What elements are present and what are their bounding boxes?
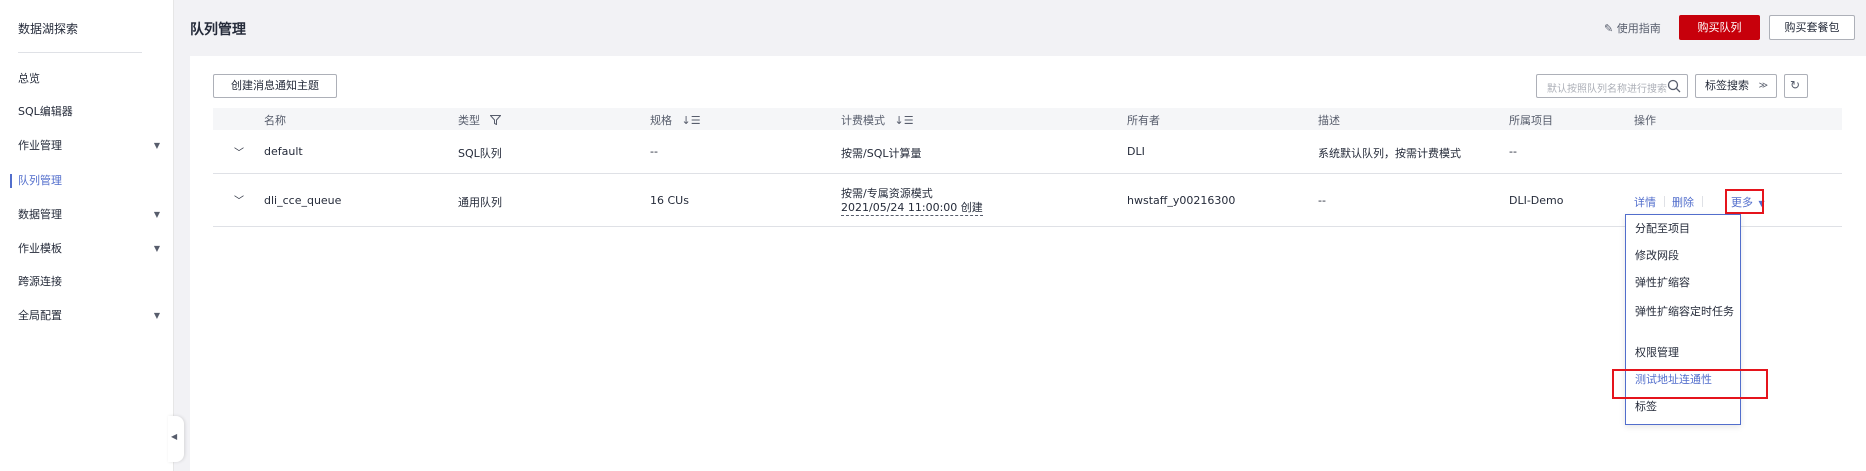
queue-name: dli_cce_queue (264, 194, 342, 207)
user-guide-link[interactable]: ✎ 使用指南 (1604, 20, 1661, 36)
sidebar-item-label: 跨源连接 (18, 275, 62, 288)
page-title: 队列管理 (190, 22, 246, 38)
queue-spec: 16 CUs (650, 194, 689, 207)
queue-owner: hwstaff_y00216300 (1127, 194, 1236, 207)
filter-icon[interactable] (488, 115, 502, 126)
queue-project: -- (1509, 145, 1517, 158)
test-connectivity-highlight-box (1612, 369, 1768, 399)
tag-search-label: 标签搜索 (1705, 79, 1749, 92)
queue-list-card: 创建消息通知主题 默认按照队列名称进行搜索 标签搜索 ≫ ↻ 名称 类型 规格 … (190, 56, 1866, 471)
sort-icon[interactable]: ↓☰ (895, 114, 914, 127)
more-highlight-box (1725, 189, 1764, 214)
menu-item-scheduled-scaling[interactable]: 弹性扩缩容定时任务 (1635, 304, 1735, 320)
user-guide-label: 使用指南 (1616, 22, 1661, 35)
column-header-actions: 操作 (1634, 114, 1656, 127)
menu-item-tags[interactable]: 标签 (1635, 399, 1735, 415)
sidebar-item-data-management[interactable]: 数据管理 ▼ (18, 206, 160, 224)
column-header-label: 规格 (650, 114, 672, 127)
search-placeholder: 默认按照队列名称进行搜索 (1547, 84, 1667, 95)
column-header-type[interactable]: 类型 (458, 112, 502, 128)
sidebar-item-label: 数据管理 (18, 208, 62, 221)
sidebar-item-label: SQL编辑器 (18, 105, 73, 118)
refresh-icon: ↻ (1790, 78, 1801, 92)
caret-down-icon: ▼ (153, 210, 160, 219)
menu-item-modify-cidr[interactable]: 修改网段 (1635, 248, 1735, 264)
queue-name: default (264, 145, 303, 158)
sidebar-item-overview[interactable]: 总览 (18, 70, 160, 88)
caret-down-icon: ▼ (153, 311, 160, 320)
column-header-name: 名称 (264, 114, 286, 127)
caret-left-icon: ◀ (171, 432, 178, 441)
action-divider (1664, 196, 1665, 207)
billing-created-time: 2021/05/24 11:00:00 创建 (841, 201, 983, 216)
queue-description: 系统默认队列，按需计费模式 (1318, 147, 1461, 160)
buy-package-button[interactable]: 购买套餐包 (1769, 15, 1855, 40)
delete-link[interactable]: 删除 (1672, 194, 1694, 210)
sidebar-item-datasource-connections[interactable]: 跨源连接 (18, 273, 160, 291)
queue-type: 通用队列 (458, 196, 502, 209)
column-header-spec[interactable]: 规格 ↓☰ (650, 112, 701, 128)
sidebar-item-sql-editor[interactable]: SQL编辑器 (18, 103, 160, 121)
sidebar-item-label: 作业模板 (18, 242, 62, 255)
document-edit-icon: ✎ (1604, 22, 1614, 35)
column-header-description: 描述 (1318, 114, 1340, 127)
sidebar-item-job-management[interactable]: 作业管理 ▼ (18, 137, 160, 155)
sidebar-item-global-config[interactable]: 全局配置 ▼ (18, 307, 160, 325)
menu-item-permissions[interactable]: 权限管理 (1635, 345, 1735, 361)
caret-down-icon: ▼ (153, 141, 160, 150)
column-header-label: 计费模式 (841, 114, 885, 127)
table-row: ﹀ default SQL队列 -- 按需/SQL计算量 DLI 系统默认队列，… (213, 130, 1842, 174)
sidebar-item-label: 全局配置 (18, 309, 62, 322)
sidebar-item-label: 队列管理 (18, 174, 62, 187)
table-row: ﹀ dli_cce_queue 通用队列 16 CUs 按需/专属资源模式 20… (213, 174, 1842, 227)
sidebar-item-label: 总览 (18, 72, 40, 85)
queue-description: -- (1318, 194, 1326, 207)
sort-icon[interactable]: ↓☰ (682, 114, 701, 127)
sidebar-divider (18, 52, 142, 53)
refresh-button[interactable]: ↻ (1784, 74, 1808, 98)
sidebar: 数据湖探索 总览 SQL编辑器 作业管理 ▼ 队列管理 数据管理 ▼ 作业模板 … (0, 0, 174, 471)
double-chevron-down-icon: ≫ (1758, 81, 1768, 91)
column-header-label: 类型 (458, 114, 480, 127)
column-header-owner: 所有者 (1127, 114, 1160, 127)
tag-search-button[interactable]: 标签搜索 ≫ (1695, 74, 1777, 98)
search-input[interactable]: 默认按照队列名称进行搜索 (1536, 74, 1688, 98)
queue-spec: -- (650, 145, 658, 158)
billing-mode: 按需/SQL计算量 (841, 147, 922, 160)
queue-type: SQL队列 (458, 147, 502, 160)
column-header-billing[interactable]: 计费模式 ↓☰ (841, 112, 914, 128)
sidebar-item-label: 作业管理 (18, 139, 62, 152)
search-icon[interactable] (1667, 79, 1681, 93)
create-topic-button[interactable]: 创建消息通知主题 (213, 74, 337, 98)
menu-item-assign-project[interactable]: 分配至项目 (1635, 221, 1735, 237)
chevron-down-icon[interactable]: ﹀ (234, 144, 244, 159)
sidebar-title: 数据湖探索 (18, 22, 79, 36)
queue-owner: DLI (1127, 145, 1145, 158)
active-indicator (10, 174, 12, 188)
menu-item-elastic-scaling[interactable]: 弹性扩缩容 (1635, 275, 1735, 291)
buy-queue-button[interactable]: 购买队列 (1679, 15, 1760, 40)
sidebar-collapse-toggle[interactable]: ◀ (168, 416, 184, 462)
column-header-project: 所属项目 (1509, 114, 1553, 127)
sidebar-item-job-templates[interactable]: 作业模板 ▼ (18, 240, 160, 258)
table-header: 名称 类型 规格 ↓☰ 计费模式 ↓☰ 所有者 描述 所属项目 操作 (213, 108, 1842, 130)
chevron-down-icon[interactable]: ﹀ (234, 192, 244, 207)
queue-project: DLI-Demo (1509, 194, 1564, 207)
sidebar-item-queue-management[interactable]: 队列管理 (18, 172, 160, 190)
details-link[interactable]: 详情 (1634, 194, 1656, 210)
action-divider (1702, 196, 1703, 207)
caret-down-icon: ▼ (153, 244, 160, 253)
